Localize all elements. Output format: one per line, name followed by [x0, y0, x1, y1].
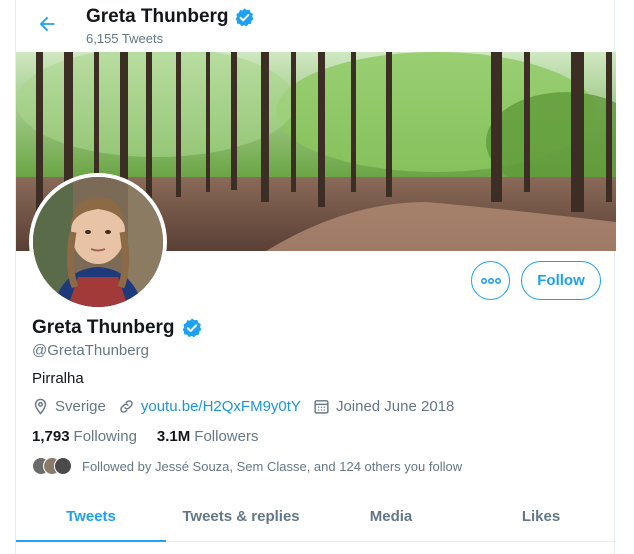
profile-avatar[interactable] — [29, 173, 167, 311]
more-icon — [480, 277, 501, 284]
follower-avatars — [32, 457, 74, 475]
profile-handle: @GretaThunberg — [32, 342, 149, 359]
followed-by-text: Followed by Jessé Souza, Sem Classe, and… — [82, 458, 463, 474]
followed-by-row[interactable]: Followed by Jessé Souza, Sem Classe, and… — [32, 457, 462, 475]
website-link[interactable]: youtu.be/H2QxFM9y0tY — [141, 398, 301, 415]
location-text: Sverige — [55, 398, 106, 415]
location-item: Sverige — [32, 398, 106, 415]
profile-bio: Pirralha — [32, 370, 84, 387]
follow-button[interactable]: Follow — [521, 261, 601, 300]
arrow-left-icon — [39, 16, 55, 32]
location-pin-icon — [34, 398, 47, 415]
following-count: 1,793 — [32, 428, 70, 445]
followers-label: Followers — [194, 428, 259, 445]
back-button[interactable] — [30, 7, 64, 41]
following-label: Following — [73, 428, 137, 445]
profile-column: Greta Thunberg 6,155 Tweets Follow Greta… — [15, 0, 616, 554]
tab-tweets[interactable]: Tweets — [16, 492, 166, 542]
followers-stat[interactable]: 3.1M Followers — [157, 428, 259, 445]
profile-meta: Sverige youtu.be/H2QxFM9y0tY Joined June… — [32, 398, 466, 415]
verified-badge-icon — [182, 318, 201, 338]
verified-badge-icon — [235, 7, 254, 26]
following-stat[interactable]: 1,793 Following — [32, 428, 137, 445]
header-name-wrap: Greta Thunberg — [86, 6, 255, 28]
profile-tabs: Tweets Tweets & replies Media Likes — [16, 492, 616, 542]
tab-media[interactable]: Media — [316, 492, 466, 541]
tab-tweets-replies[interactable]: Tweets & replies — [166, 492, 316, 541]
followers-count: 3.1M — [156, 428, 191, 445]
joined-item: Joined June 2018 — [313, 398, 454, 415]
tweet-count: 6,155 Tweets — [86, 31, 164, 46]
joined-text: Joined June 2018 — [335, 398, 455, 415]
calendar-icon — [314, 400, 329, 414]
link-icon — [120, 400, 133, 413]
header-name: Greta Thunberg — [86, 6, 229, 27]
profile-name: Greta Thunberg — [32, 317, 175, 338]
profile-stats: 1,793 Following 3.1M Followers — [32, 428, 278, 445]
profile-header: Greta Thunberg 6,155 Tweets — [16, 0, 616, 52]
more-options-button[interactable] — [471, 261, 510, 300]
avatar-image — [33, 177, 163, 307]
profile-name-wrap: Greta Thunberg — [32, 317, 203, 339]
tab-likes[interactable]: Likes — [466, 492, 616, 541]
follower-avatar — [54, 457, 72, 475]
website-item: youtu.be/H2QxFM9y0tY — [118, 398, 301, 415]
